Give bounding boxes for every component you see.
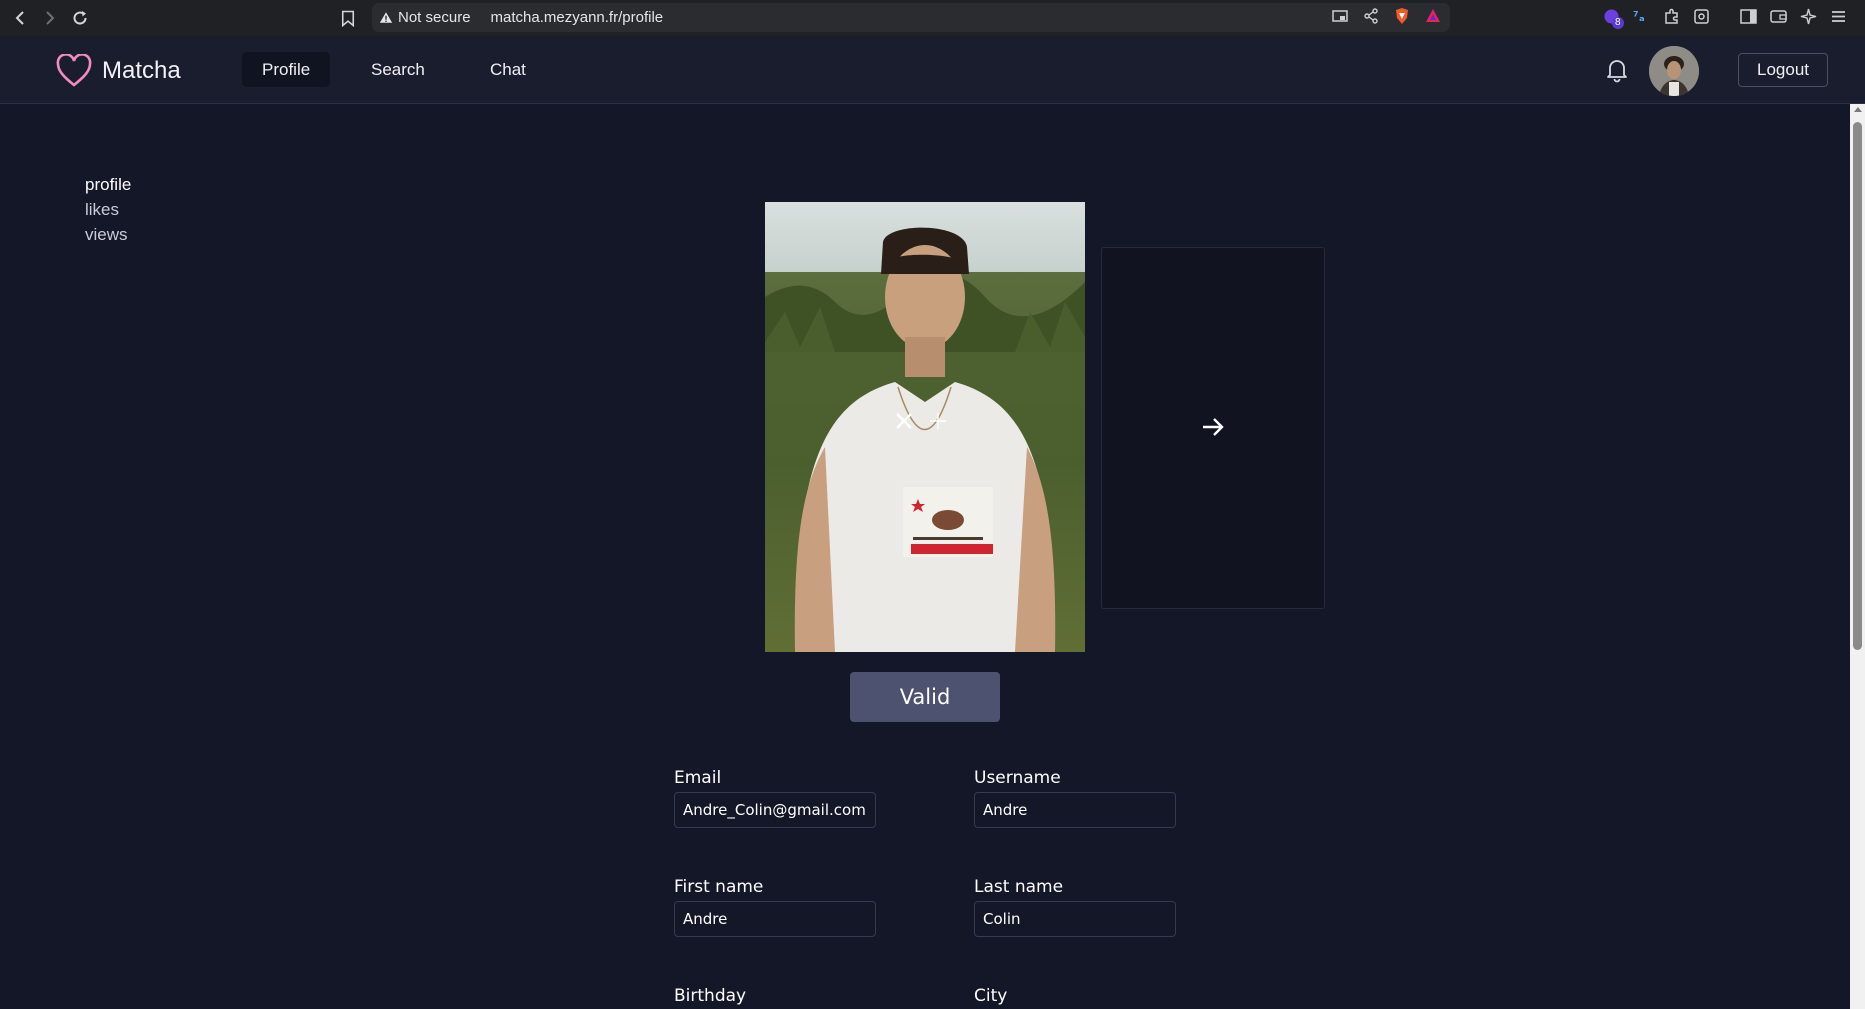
address-bar[interactable]: Not secure matcha.mezyann.fr/profile [372, 3, 1450, 32]
extensions-icon[interactable] [1662, 7, 1681, 30]
tab-chat[interactable]: Chat [470, 52, 546, 87]
username-field[interactable] [974, 792, 1176, 828]
city-label: City [974, 986, 1008, 1006]
profile-side-menu: profile likes views [85, 172, 131, 247]
last-name-field[interactable] [974, 901, 1176, 937]
cast-icon[interactable] [1331, 7, 1349, 29]
forward-icon[interactable] [38, 6, 62, 30]
avatar[interactable] [1649, 46, 1699, 96]
bookmark-icon[interactable] [337, 6, 359, 30]
sidebar-icon[interactable] [1739, 7, 1758, 30]
side-menu-item-likes[interactable]: likes [85, 197, 131, 222]
birthday-label: Birthday [674, 986, 747, 1006]
extension-count-badge: 8 [1612, 17, 1624, 29]
heart-icon [56, 54, 92, 87]
svg-text:⁷ₐ: ⁷ₐ [1633, 10, 1645, 25]
scroll-up-arrow-icon[interactable] [1854, 107, 1862, 112]
leo-ai-icon[interactable] [1799, 7, 1818, 30]
photo-controls [893, 410, 949, 436]
page-scrollbar[interactable] [1850, 104, 1865, 1009]
arrow-right-icon[interactable] [1200, 414, 1226, 440]
brand-name: Matcha [102, 57, 181, 84]
reload-icon[interactable] [68, 6, 92, 30]
side-menu-item-views[interactable]: views [85, 222, 131, 247]
tab-search[interactable]: Search [351, 52, 445, 87]
logout-button[interactable]: Logout [1738, 53, 1828, 87]
first-name-field[interactable] [674, 901, 876, 937]
plus-icon[interactable] [927, 410, 949, 436]
username-label: Username [974, 768, 1061, 788]
email-field[interactable] [674, 792, 876, 828]
tab-profile[interactable]: Profile [242, 52, 331, 87]
wallet-icon[interactable] [1769, 7, 1788, 30]
security-label[interactable]: Not secure [398, 9, 471, 26]
menu-icon[interactable] [1829, 7, 1848, 30]
brand-logo[interactable]: Matcha [56, 54, 181, 88]
next-photo-slot[interactable] [1101, 247, 1325, 609]
back-icon[interactable] [8, 6, 32, 30]
bell-icon[interactable] [1604, 56, 1630, 84]
first-name-label: First name [674, 877, 764, 897]
valid-button[interactable]: Valid [850, 672, 1000, 722]
email-label: Email [674, 768, 722, 788]
brave-rewards-icon[interactable] [1424, 7, 1442, 29]
app-navbar: Matcha Profile Search Chat Logout [0, 36, 1865, 104]
share-icon[interactable] [1362, 7, 1380, 29]
side-menu-item-profile[interactable]: profile [85, 172, 131, 197]
warning-icon [379, 11, 393, 24]
close-icon[interactable] [893, 410, 915, 436]
url-text[interactable]: matcha.mezyann.fr/profile [491, 9, 664, 26]
screenshot-icon[interactable] [1692, 7, 1711, 30]
brave-shield-icon[interactable] [1393, 7, 1411, 29]
translate-extension-icon[interactable]: ⁷ₐ [1632, 7, 1651, 30]
scrollbar-thumb[interactable] [1853, 122, 1862, 650]
last-name-label: Last name [974, 877, 1064, 897]
browser-toolbar: Not secure matcha.mezyann.fr/profile ⁷ₐ … [0, 0, 1865, 36]
